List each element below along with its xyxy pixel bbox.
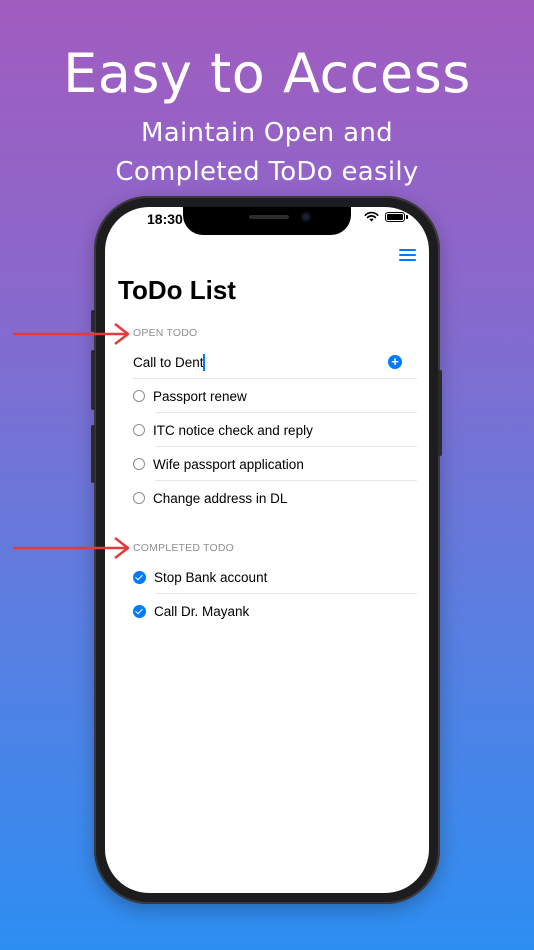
todo-label: Passport renew — [153, 388, 247, 404]
completed-todo-item[interactable]: Stop Bank account — [133, 560, 417, 594]
text-caret — [203, 353, 205, 371]
new-todo-row: + — [133, 345, 417, 379]
open-todo-item[interactable]: Wife passport application — [133, 447, 417, 481]
todo-label: ITC notice check and reply — [153, 422, 313, 438]
front-camera — [301, 212, 311, 222]
checkmark-icon[interactable] — [133, 570, 146, 584]
open-todo-item[interactable]: Change address in DL — [133, 481, 417, 515]
todo-label: Change address in DL — [153, 490, 288, 506]
add-todo-button[interactable]: + — [388, 355, 402, 369]
new-todo-input[interactable] — [133, 354, 203, 370]
phone-volume-down-button — [91, 425, 95, 483]
completed-todo-header: COMPLETED TODO — [133, 542, 235, 554]
open-todo-item[interactable]: Passport renew — [133, 379, 417, 413]
phone-volume-up-button — [91, 350, 95, 410]
status-icons — [364, 211, 408, 222]
todo-label: Wife passport application — [153, 456, 304, 472]
arrow-icon — [13, 323, 130, 345]
promo-subline-1: Maintain Open and — [141, 118, 393, 148]
add-icon: + — [391, 354, 399, 369]
menu-icon[interactable] — [399, 249, 416, 261]
status-time: 18:30 — [147, 211, 183, 227]
todo-label: Stop Bank account — [154, 569, 268, 585]
completed-todo-item[interactable]: Call Dr. Mayank — [133, 594, 417, 628]
page-title: ToDo List — [118, 275, 236, 305]
todo-label: Call Dr. Mayank — [154, 603, 250, 619]
checkmark-icon[interactable] — [133, 604, 146, 618]
promo-headline: Easy to Access — [63, 42, 471, 105]
radio-icon[interactable] — [133, 424, 145, 436]
radio-icon[interactable] — [133, 390, 145, 402]
open-todo-item[interactable]: ITC notice check and reply — [133, 413, 417, 447]
app-screen: 18:30 ToDo List OPEN TODO + Passport ren… — [105, 207, 429, 893]
notch — [183, 207, 351, 235]
wifi-icon — [364, 211, 379, 222]
phone-power-button — [438, 370, 442, 456]
open-todo-header: OPEN TODO — [133, 327, 198, 339]
speaker-grille — [249, 215, 289, 219]
radio-icon[interactable] — [133, 492, 145, 504]
battery-icon — [385, 211, 408, 222]
radio-icon[interactable] — [133, 458, 145, 470]
promo-subline-2: Completed ToDo easily — [115, 157, 419, 187]
arrow-icon — [13, 537, 130, 559]
